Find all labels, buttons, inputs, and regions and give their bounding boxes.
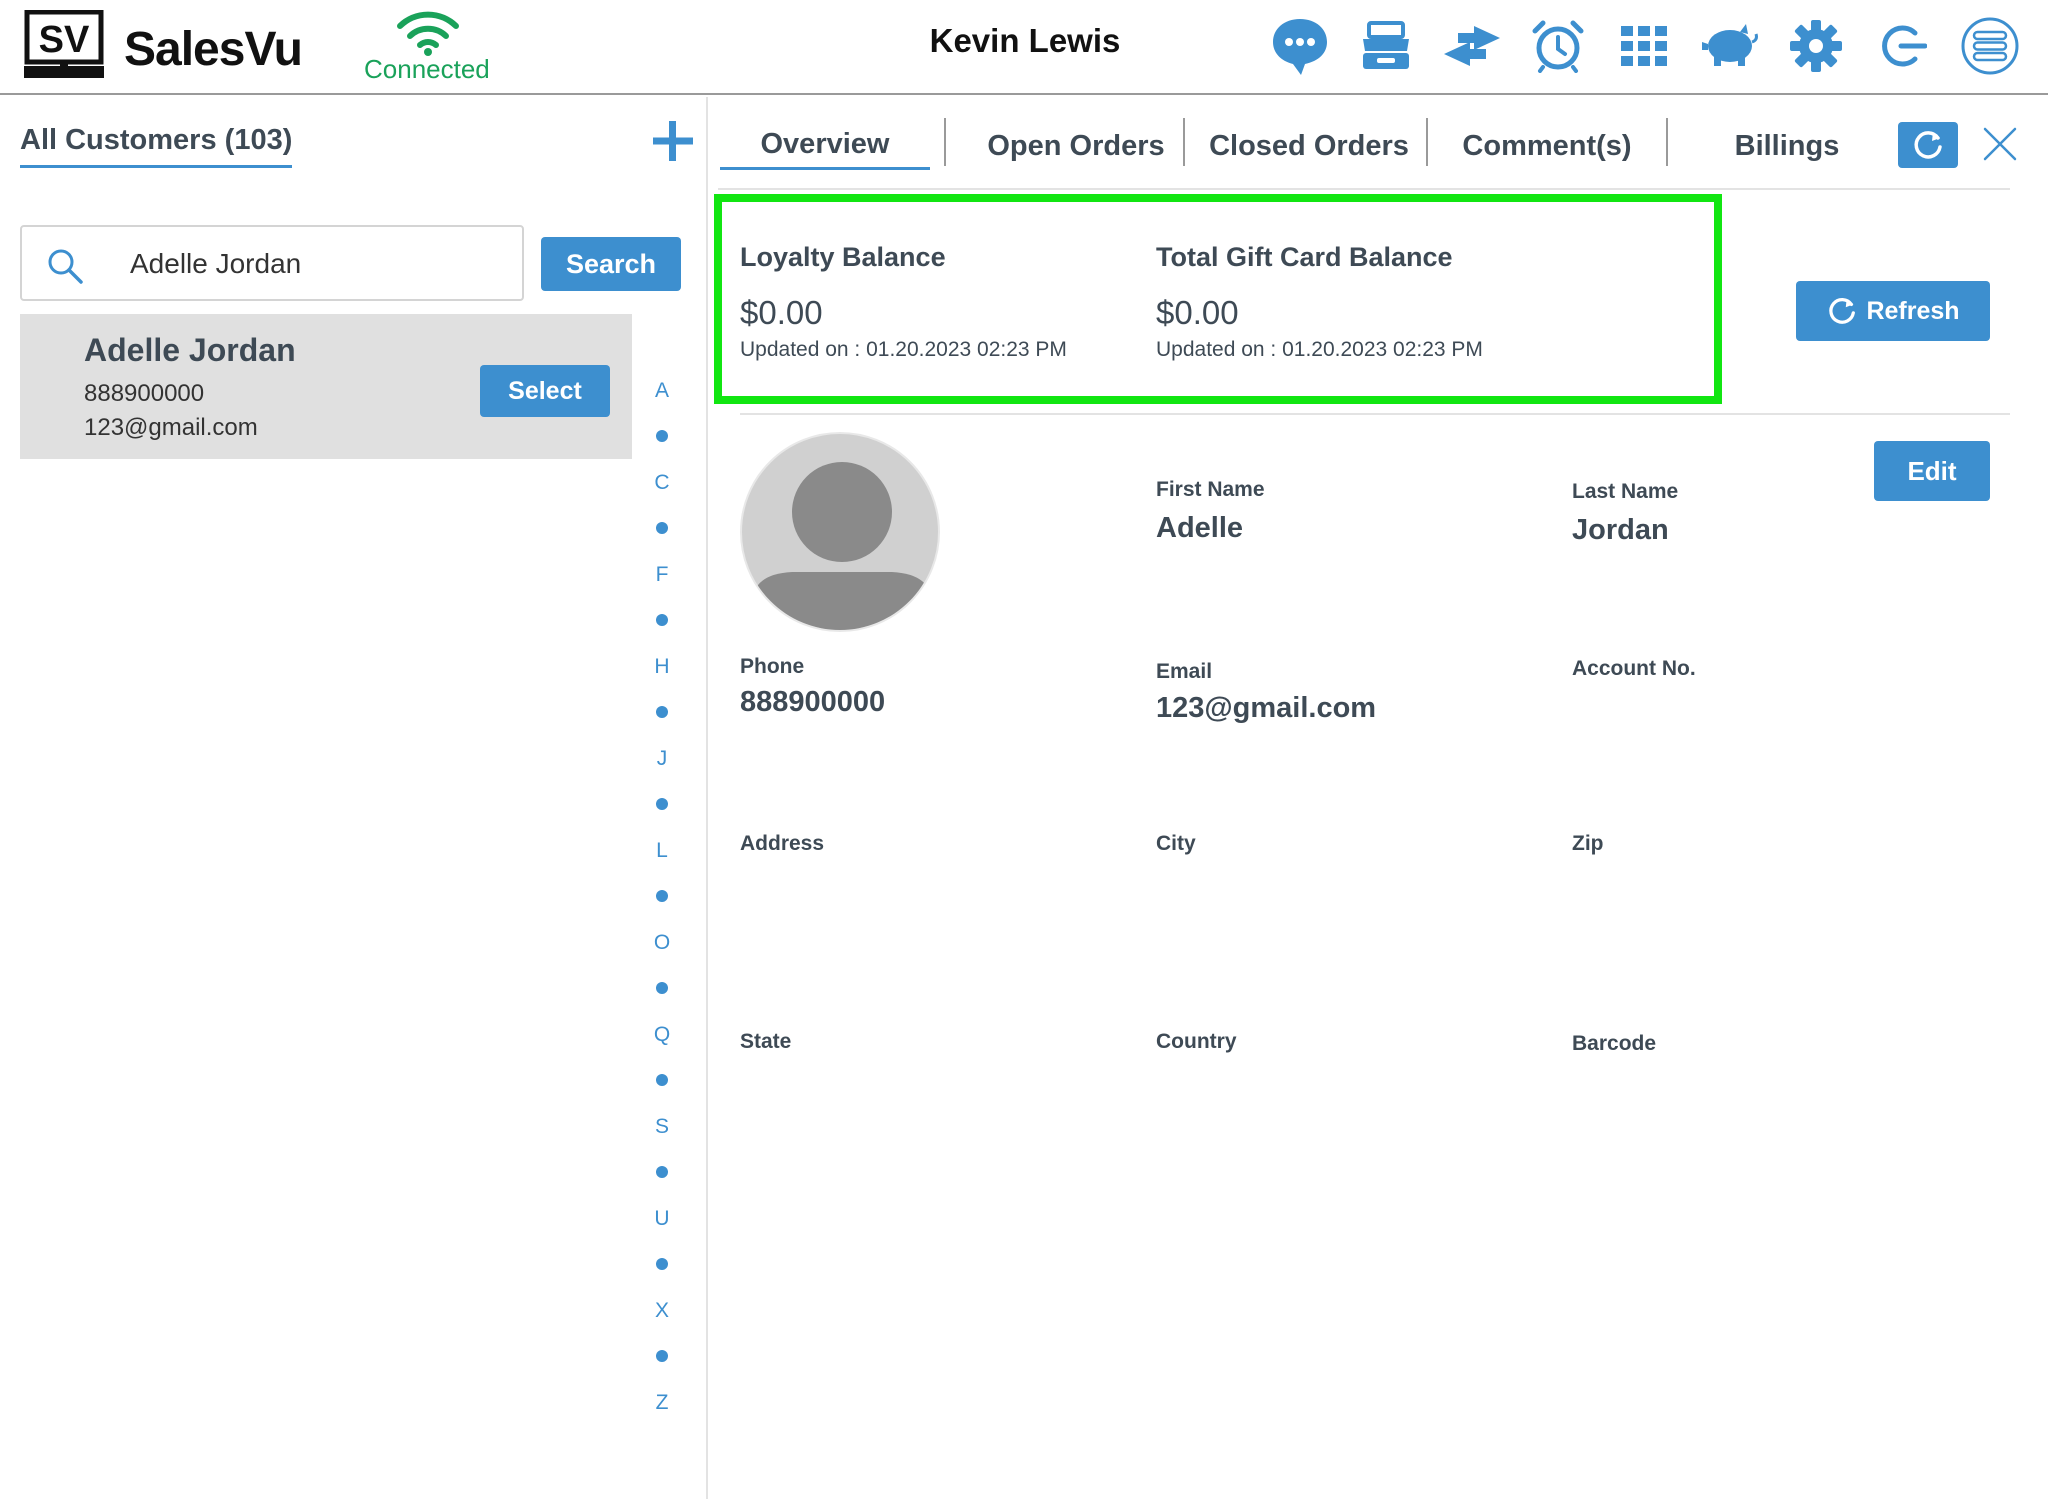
alpha-index-c[interactable]: C xyxy=(652,471,672,495)
alpha-index-a[interactable]: A xyxy=(652,379,672,403)
all-customers-tab[interactable]: All Customers (103) xyxy=(20,124,293,168)
customer-list-item[interactable]: Adelle Jordan 888900000 123@gmail.com Se… xyxy=(20,314,632,459)
alpha-index-dot[interactable] xyxy=(656,1166,668,1178)
tab-open-orders[interactable]: Open Orders xyxy=(960,122,1192,170)
alpha-index-u[interactable]: U xyxy=(652,1207,672,1231)
customer-email: 123@gmail.com xyxy=(84,414,258,441)
search-icon xyxy=(46,247,84,285)
account-no-label: Account No. xyxy=(1572,657,1696,680)
address-label: Address xyxy=(740,832,825,855)
phone-label: Phone xyxy=(740,655,805,678)
alpha-index-z[interactable]: Z xyxy=(652,1391,672,1415)
customer-name: Adelle Jordan xyxy=(84,332,296,368)
alpha-index-dot[interactable] xyxy=(656,430,668,442)
email-label: Email xyxy=(1156,660,1213,683)
customer-phone: 888900000 xyxy=(84,380,205,407)
barcode-label: Barcode xyxy=(1572,1032,1657,1055)
phone-value: 888900000 xyxy=(740,686,886,718)
section-divider xyxy=(740,413,2010,415)
tab-comments[interactable]: Comment(s) xyxy=(1440,122,1654,170)
reload-button[interactable] xyxy=(1898,122,1958,168)
alpha-index-s[interactable]: S xyxy=(652,1115,672,1139)
tab-separator xyxy=(944,118,946,166)
loyalty-updated-time: Updated on : 01.20.2023 02:23 PM xyxy=(740,338,1067,361)
country-label: Country xyxy=(1156,1030,1237,1053)
alpha-index-j[interactable]: J xyxy=(652,747,672,771)
top-bar: SV SalesVu Connected Kevin Lewis xyxy=(0,0,2048,95)
avatar xyxy=(740,432,940,632)
city-label: City xyxy=(1156,832,1196,855)
gift-card-updated-time: Updated on : 01.20.2023 02:23 PM xyxy=(1156,338,1483,361)
email-value: 123@gmail.com xyxy=(1156,692,1377,724)
tab-closed-orders[interactable]: Closed Orders xyxy=(1194,122,1424,170)
piggy-bank-icon[interactable] xyxy=(1698,14,1762,78)
alpha-index-dot[interactable] xyxy=(656,1258,668,1270)
alpha-index-dot[interactable] xyxy=(656,1350,668,1362)
edit-profile-button[interactable]: Edit xyxy=(1874,441,1990,501)
close-icon xyxy=(1983,127,2017,161)
refresh-icon xyxy=(1914,131,1942,159)
alpha-index-dot[interactable] xyxy=(656,1074,668,1086)
alpha-index-dot[interactable] xyxy=(656,798,668,810)
loyalty-balance-value: $0.00 xyxy=(740,294,823,331)
tab-overview[interactable]: Overview xyxy=(720,122,930,170)
transfer-icon[interactable] xyxy=(1440,14,1504,78)
alpha-index-dot[interactable] xyxy=(656,706,668,718)
alpha-index-dot[interactable] xyxy=(656,522,668,534)
alpha-index-q[interactable]: Q xyxy=(652,1023,672,1047)
tab-billings[interactable]: Billings xyxy=(1700,122,1874,170)
zip-label: Zip xyxy=(1572,832,1604,855)
gear-icon[interactable] xyxy=(1784,14,1848,78)
alpha-index-o[interactable]: O xyxy=(652,931,672,955)
refresh-icon xyxy=(1829,297,1856,324)
gift-card-balance-value: $0.00 xyxy=(1156,294,1239,331)
refresh-balance-button[interactable]: Refresh xyxy=(1796,281,1990,341)
customer-search-input[interactable] xyxy=(130,239,510,289)
alpha-index-dot[interactable] xyxy=(656,614,668,626)
wifi-icon xyxy=(394,10,462,56)
alpha-index-x[interactable]: X xyxy=(652,1299,672,1323)
refresh-button-label: Refresh xyxy=(1866,296,1960,325)
balance-panel: Loyalty Balance $0.00 Updated on : 01.20… xyxy=(714,194,1722,404)
grid-icon[interactable] xyxy=(1612,14,1676,78)
state-label: State xyxy=(740,1030,792,1053)
chat-icon[interactable] xyxy=(1268,14,1332,78)
alpha-index-f[interactable]: F xyxy=(652,563,672,587)
connection-status: Connected xyxy=(364,54,490,84)
loyalty-balance-label: Loyalty Balance xyxy=(740,242,946,272)
alpha-index-h[interactable]: H xyxy=(652,655,672,679)
logo-letters: SV xyxy=(39,19,90,61)
first-name-label: First Name xyxy=(1156,478,1265,501)
last-name-value: Jordan xyxy=(1572,514,1669,546)
current-user-name: Kevin Lewis xyxy=(929,22,1121,59)
gift-card-balance-label: Total Gift Card Balance xyxy=(1156,242,1453,272)
alpha-index-dot[interactable] xyxy=(656,890,668,902)
menu-list-icon[interactable] xyxy=(1958,14,2022,78)
brand-name: SalesVu xyxy=(124,23,303,76)
user-placeholder-icon xyxy=(752,462,932,630)
customer-search-box xyxy=(20,225,524,301)
add-customer-button[interactable] xyxy=(650,118,696,164)
salesvu-logo: SV xyxy=(24,9,104,82)
tab-separator xyxy=(1426,118,1428,166)
alpha-index-l[interactable]: L xyxy=(652,839,672,863)
plus-icon xyxy=(653,121,693,161)
close-button[interactable] xyxy=(1980,124,2020,164)
search-button[interactable]: Search xyxy=(541,237,681,291)
last-name-label: Last Name xyxy=(1572,480,1679,503)
tabs-divider xyxy=(718,188,2010,190)
tab-separator xyxy=(1183,118,1185,166)
tab-separator xyxy=(1666,118,1668,166)
first-name-value: Adelle xyxy=(1156,512,1244,544)
alpha-index-dot[interactable] xyxy=(656,982,668,994)
cash-drawer-icon[interactable] xyxy=(1354,14,1418,78)
pane-divider xyxy=(706,97,708,1499)
logout-icon[interactable] xyxy=(1870,14,1934,78)
select-customer-button[interactable]: Select xyxy=(480,365,610,417)
alarm-clock-icon[interactable] xyxy=(1526,14,1590,78)
